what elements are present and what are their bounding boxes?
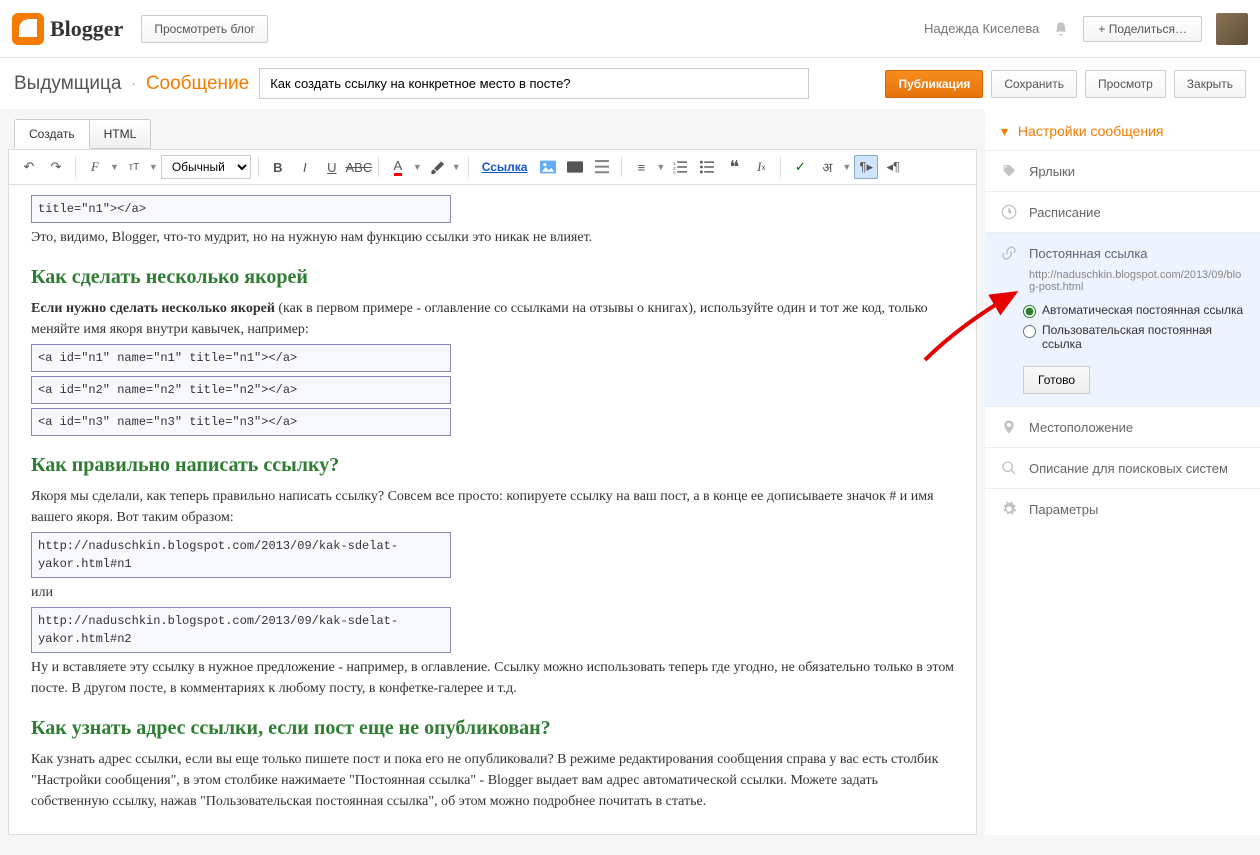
- post-settings-sidebar: ▾ Настройки сообщения Ярлыки Расписание …: [985, 109, 1260, 835]
- gear-icon: [1001, 501, 1017, 517]
- blogger-icon: [12, 13, 44, 45]
- paragraph: Якоря мы сделали, как теперь правильно н…: [31, 486, 954, 528]
- bullet-list-icon[interactable]: [695, 155, 719, 179]
- sidebar-header[interactable]: ▾ Настройки сообщения: [985, 109, 1260, 150]
- pin-icon: [1001, 419, 1017, 435]
- svg-text:1: 1: [673, 161, 676, 167]
- numbered-list-icon[interactable]: 123: [668, 155, 692, 179]
- paragraph: Как узнать адрес ссылки, если вы еще тол…: [31, 749, 954, 812]
- user-avatar[interactable]: [1216, 13, 1248, 45]
- code-snippet[interactable]: http://naduschkin.blogspot.com/2013/09/k…: [31, 532, 451, 578]
- heading: Как узнать адрес ссылки, если пост еще н…: [31, 713, 954, 743]
- editor-tabs: Создать HTML: [0, 109, 985, 149]
- redo-icon[interactable]: ↷: [44, 155, 68, 179]
- radio-custom-permalink[interactable]: Пользовательская постоянная ссылка: [1023, 323, 1244, 351]
- sidebar-item-permalink[interactable]: Постоянная ссылка: [1001, 245, 1244, 261]
- link-icon: [1001, 245, 1017, 261]
- heading: Как правильно написать ссылку?: [31, 450, 954, 480]
- editor-content-area[interactable]: title="n1"></a> Это, видимо, Blogger, чт…: [8, 185, 977, 835]
- transliterate-icon[interactable]: अ: [815, 155, 839, 179]
- undo-icon[interactable]: ↶: [17, 155, 41, 179]
- code-snippet[interactable]: <a id="n2" name="n2" title="n2"></a>: [31, 376, 451, 404]
- sidebar-item-options[interactable]: Параметры: [985, 488, 1260, 529]
- caret-down-icon: ▾: [1001, 123, 1008, 139]
- heading: Как сделать несколько якорей: [31, 262, 954, 292]
- video-icon[interactable]: [563, 155, 587, 179]
- sidebar-item-location[interactable]: Местоположение: [985, 406, 1260, 447]
- section-label: Сообщение: [146, 73, 249, 95]
- preview-button[interactable]: Просмотр: [1085, 70, 1166, 98]
- top-bar: Blogger Просмотреть блог Надежда Киселев…: [0, 0, 1260, 58]
- font-family-icon[interactable]: F: [83, 155, 107, 179]
- font-size-icon[interactable]: тТ: [122, 155, 146, 179]
- bold-icon[interactable]: B: [266, 155, 290, 179]
- save-button[interactable]: Сохранить: [991, 70, 1077, 98]
- code-snippet[interactable]: title="n1"></a>: [31, 195, 451, 223]
- image-icon[interactable]: [536, 155, 560, 179]
- code-snippet[interactable]: <a id="n1" name="n1" title="n1"></a>: [31, 344, 451, 372]
- blog-name[interactable]: Выдумщица: [14, 73, 121, 95]
- paragraph: Это, видимо, Blogger, что-то мудрит, но …: [31, 227, 954, 248]
- paragraph: или: [31, 582, 954, 603]
- svg-text:3: 3: [673, 171, 676, 174]
- align-icon[interactable]: ≡: [629, 155, 653, 179]
- ltr-icon[interactable]: ¶▸: [854, 155, 878, 179]
- text-color-icon[interactable]: A: [386, 155, 410, 179]
- clock-icon: [1001, 204, 1017, 220]
- notification-bell-icon[interactable]: [1053, 20, 1069, 38]
- paragraph: Если нужно сделать несколько якорей (как…: [31, 298, 954, 340]
- close-button[interactable]: Закрыть: [1174, 70, 1246, 98]
- quote-icon[interactable]: ❝: [722, 155, 746, 179]
- share-button[interactable]: + Поделиться…: [1083, 16, 1202, 42]
- jump-break-icon[interactable]: [590, 155, 614, 179]
- editor-toolbar: ↶ ↷ F ▼ тТ ▼ Обычный B I U ABC A ▼ ▼ Ссы…: [8, 149, 977, 185]
- tab-html[interactable]: HTML: [90, 119, 152, 149]
- paragraph: Ну и вставляете эту ссылку в нужное пред…: [31, 657, 954, 699]
- radio-auto-permalink[interactable]: Автоматическая постоянная ссылка: [1023, 303, 1244, 318]
- svg-text:2: 2: [673, 166, 676, 172]
- logo-text: Blogger: [50, 16, 123, 42]
- code-snippet[interactable]: <a id="n3" name="n3" title="n3"></a>: [31, 408, 451, 436]
- sidebar-item-labels[interactable]: Ярлыки: [985, 150, 1260, 191]
- sidebar-panel-permalink: Постоянная ссылка http://naduschkin.blog…: [985, 232, 1260, 406]
- paragraph: Вот и все! Если остались вопросы, пишите…: [31, 833, 954, 835]
- title-bar: Выдумщица · Сообщение Публикация Сохрани…: [0, 58, 1260, 109]
- rtl-icon[interactable]: ◂¶: [881, 155, 905, 179]
- permalink-url: http://naduschkin.blogspot.com/2013/09/b…: [1029, 269, 1244, 293]
- search-icon: [1001, 460, 1017, 476]
- user-name[interactable]: Надежда Киселева: [924, 21, 1039, 36]
- tag-icon: [1001, 163, 1017, 179]
- underline-icon[interactable]: U: [320, 155, 344, 179]
- spellcheck-icon[interactable]: ✓: [788, 155, 812, 179]
- remove-format-icon[interactable]: Ix: [749, 155, 773, 179]
- blogger-logo[interactable]: Blogger: [12, 13, 123, 45]
- tab-compose[interactable]: Создать: [14, 119, 90, 149]
- sidebar-item-search-description[interactable]: Описание для поисковых систем: [985, 447, 1260, 488]
- strikethrough-icon[interactable]: ABC: [347, 155, 371, 179]
- permalink-done-button[interactable]: Готово: [1023, 366, 1090, 394]
- publish-button[interactable]: Публикация: [885, 70, 983, 98]
- post-title-input[interactable]: [259, 68, 809, 99]
- italic-icon[interactable]: I: [293, 155, 317, 179]
- sidebar-item-schedule[interactable]: Расписание: [985, 191, 1260, 232]
- highlight-icon[interactable]: [425, 155, 449, 179]
- heading-select[interactable]: Обычный: [161, 155, 251, 179]
- link-button[interactable]: Ссылка: [476, 160, 534, 174]
- view-blog-button[interactable]: Просмотреть блог: [141, 15, 268, 43]
- code-snippet[interactable]: http://naduschkin.blogspot.com/2013/09/k…: [31, 607, 451, 653]
